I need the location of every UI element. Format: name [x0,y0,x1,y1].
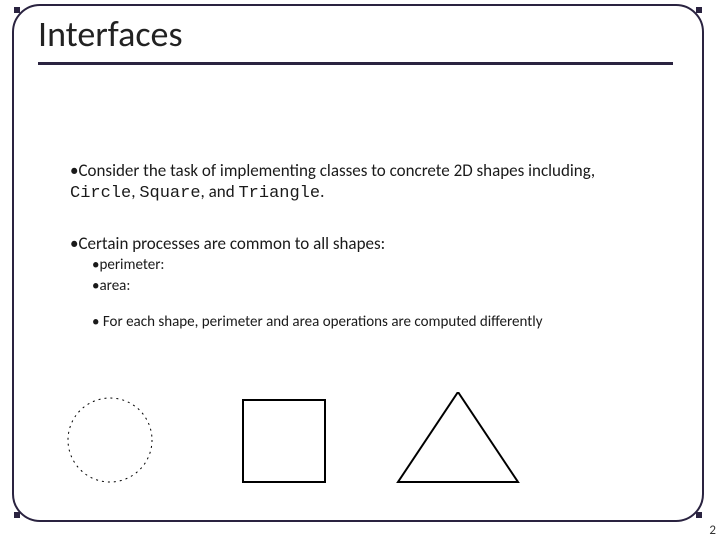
bullet-area: • area: [92,277,660,296]
text: Consider the task of implementing classe… [78,160,595,181]
shapes-row [0,392,720,502]
page-number: 2 [709,523,716,538]
circle-icon [68,398,152,482]
corner-decoration [14,512,20,518]
slide-body: • Consider the task of implementing clas… [70,160,660,332]
text: For each shape, perimeter and area opera… [103,313,543,331]
bullet-foreach: • For each shape, perimeter and area ope… [92,313,660,332]
bullet-common: • Certain processes are common to all sh… [70,233,660,254]
triangle-icon [398,392,518,482]
bullet-consider: • Consider the task of implementing clas… [70,160,660,205]
square-icon [243,400,325,482]
bullet-glyph: • [92,313,103,331]
corner-decoration [696,7,702,13]
corner-decoration [696,512,702,518]
code-square: Square [139,184,200,203]
text: , and [201,181,239,202]
text: . [320,181,324,202]
text: perimeter: [99,256,164,274]
code-triangle: Triangle [238,184,320,203]
text: Certain processes are common to all shap… [78,233,385,254]
title-underline [38,62,673,65]
corner-decoration [14,7,20,13]
code-circle: Circle [70,184,131,203]
shapes-svg [0,392,720,502]
text: area: [99,277,130,295]
slide-title: Interfaces [38,12,183,56]
bullet-perimeter: • perimeter: [92,256,660,275]
